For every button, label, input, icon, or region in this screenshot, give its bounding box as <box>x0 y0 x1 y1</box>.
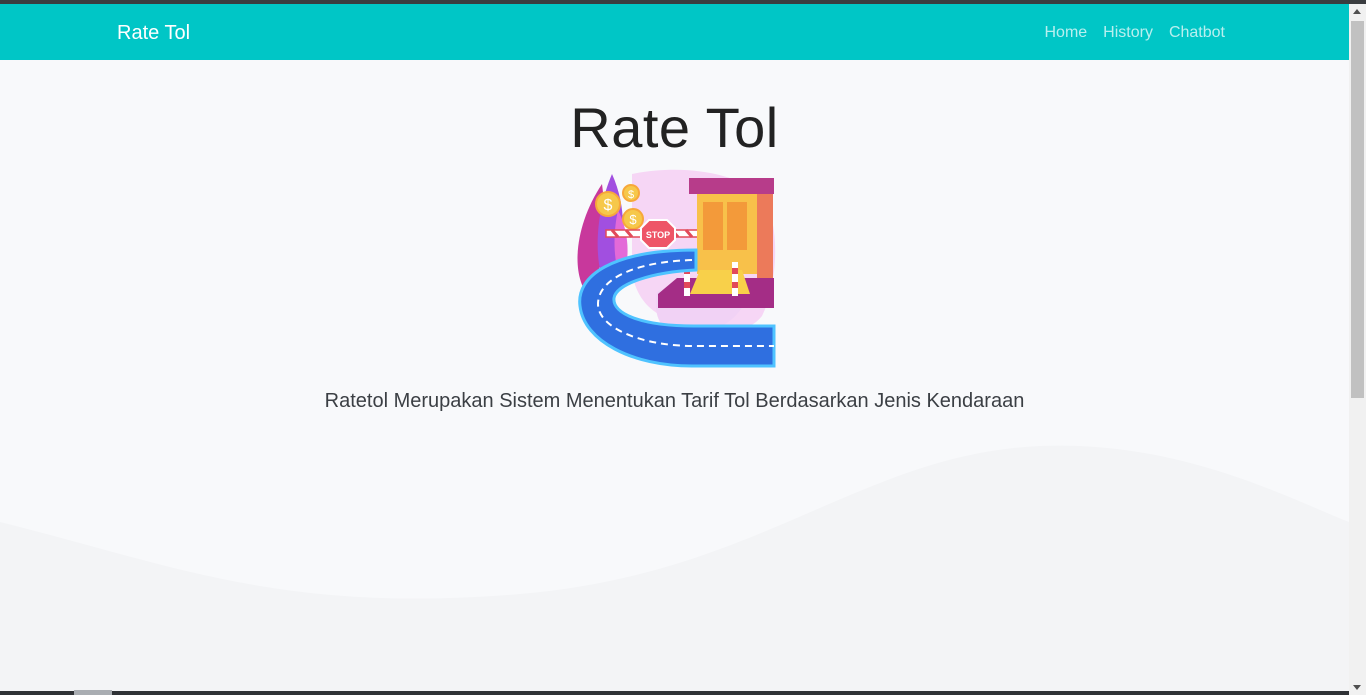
bottom-tab-indicator <box>74 690 112 695</box>
nav-link-history[interactable]: History <box>1103 23 1153 43</box>
coin-icon: $ <box>622 208 644 230</box>
navbar-brand[interactable]: Rate Tol <box>117 21 190 45</box>
navbar: Rate Tol Home History Chatbot <box>0 4 1349 60</box>
stop-sign-icon: STOP <box>640 219 676 249</box>
background-wave <box>0 445 1349 695</box>
nav-link-chatbot[interactable]: Chatbot <box>1169 23 1225 43</box>
window-bottom-border <box>0 691 1349 695</box>
scroll-up-icon[interactable] <box>1353 9 1361 14</box>
nav-links: Home History Chatbot <box>1044 23 1225 43</box>
nav-link-home[interactable]: Home <box>1044 23 1087 43</box>
svg-text:$: $ <box>629 212 637 227</box>
scrollbar-thumb[interactable] <box>1351 21 1364 398</box>
coin-icon: $ <box>622 184 640 202</box>
svg-text:$: $ <box>628 189 634 201</box>
vertical-scrollbar[interactable] <box>1349 4 1366 695</box>
coin-icon: $ <box>595 191 621 217</box>
toll-gate-illustration-icon: $ $ $ STOP <box>577 169 776 368</box>
svg-text:$: $ <box>604 197 613 214</box>
hero-title: Rate Tol <box>570 96 779 159</box>
hero-description: Ratetol Merupakan Sistem Menentukan Tari… <box>324 390 1025 412</box>
page-viewport: Rate Tol Home History Chatbot Rate Tol $… <box>0 4 1349 695</box>
svg-text:STOP: STOP <box>646 230 670 240</box>
scroll-down-icon[interactable] <box>1353 685 1361 690</box>
